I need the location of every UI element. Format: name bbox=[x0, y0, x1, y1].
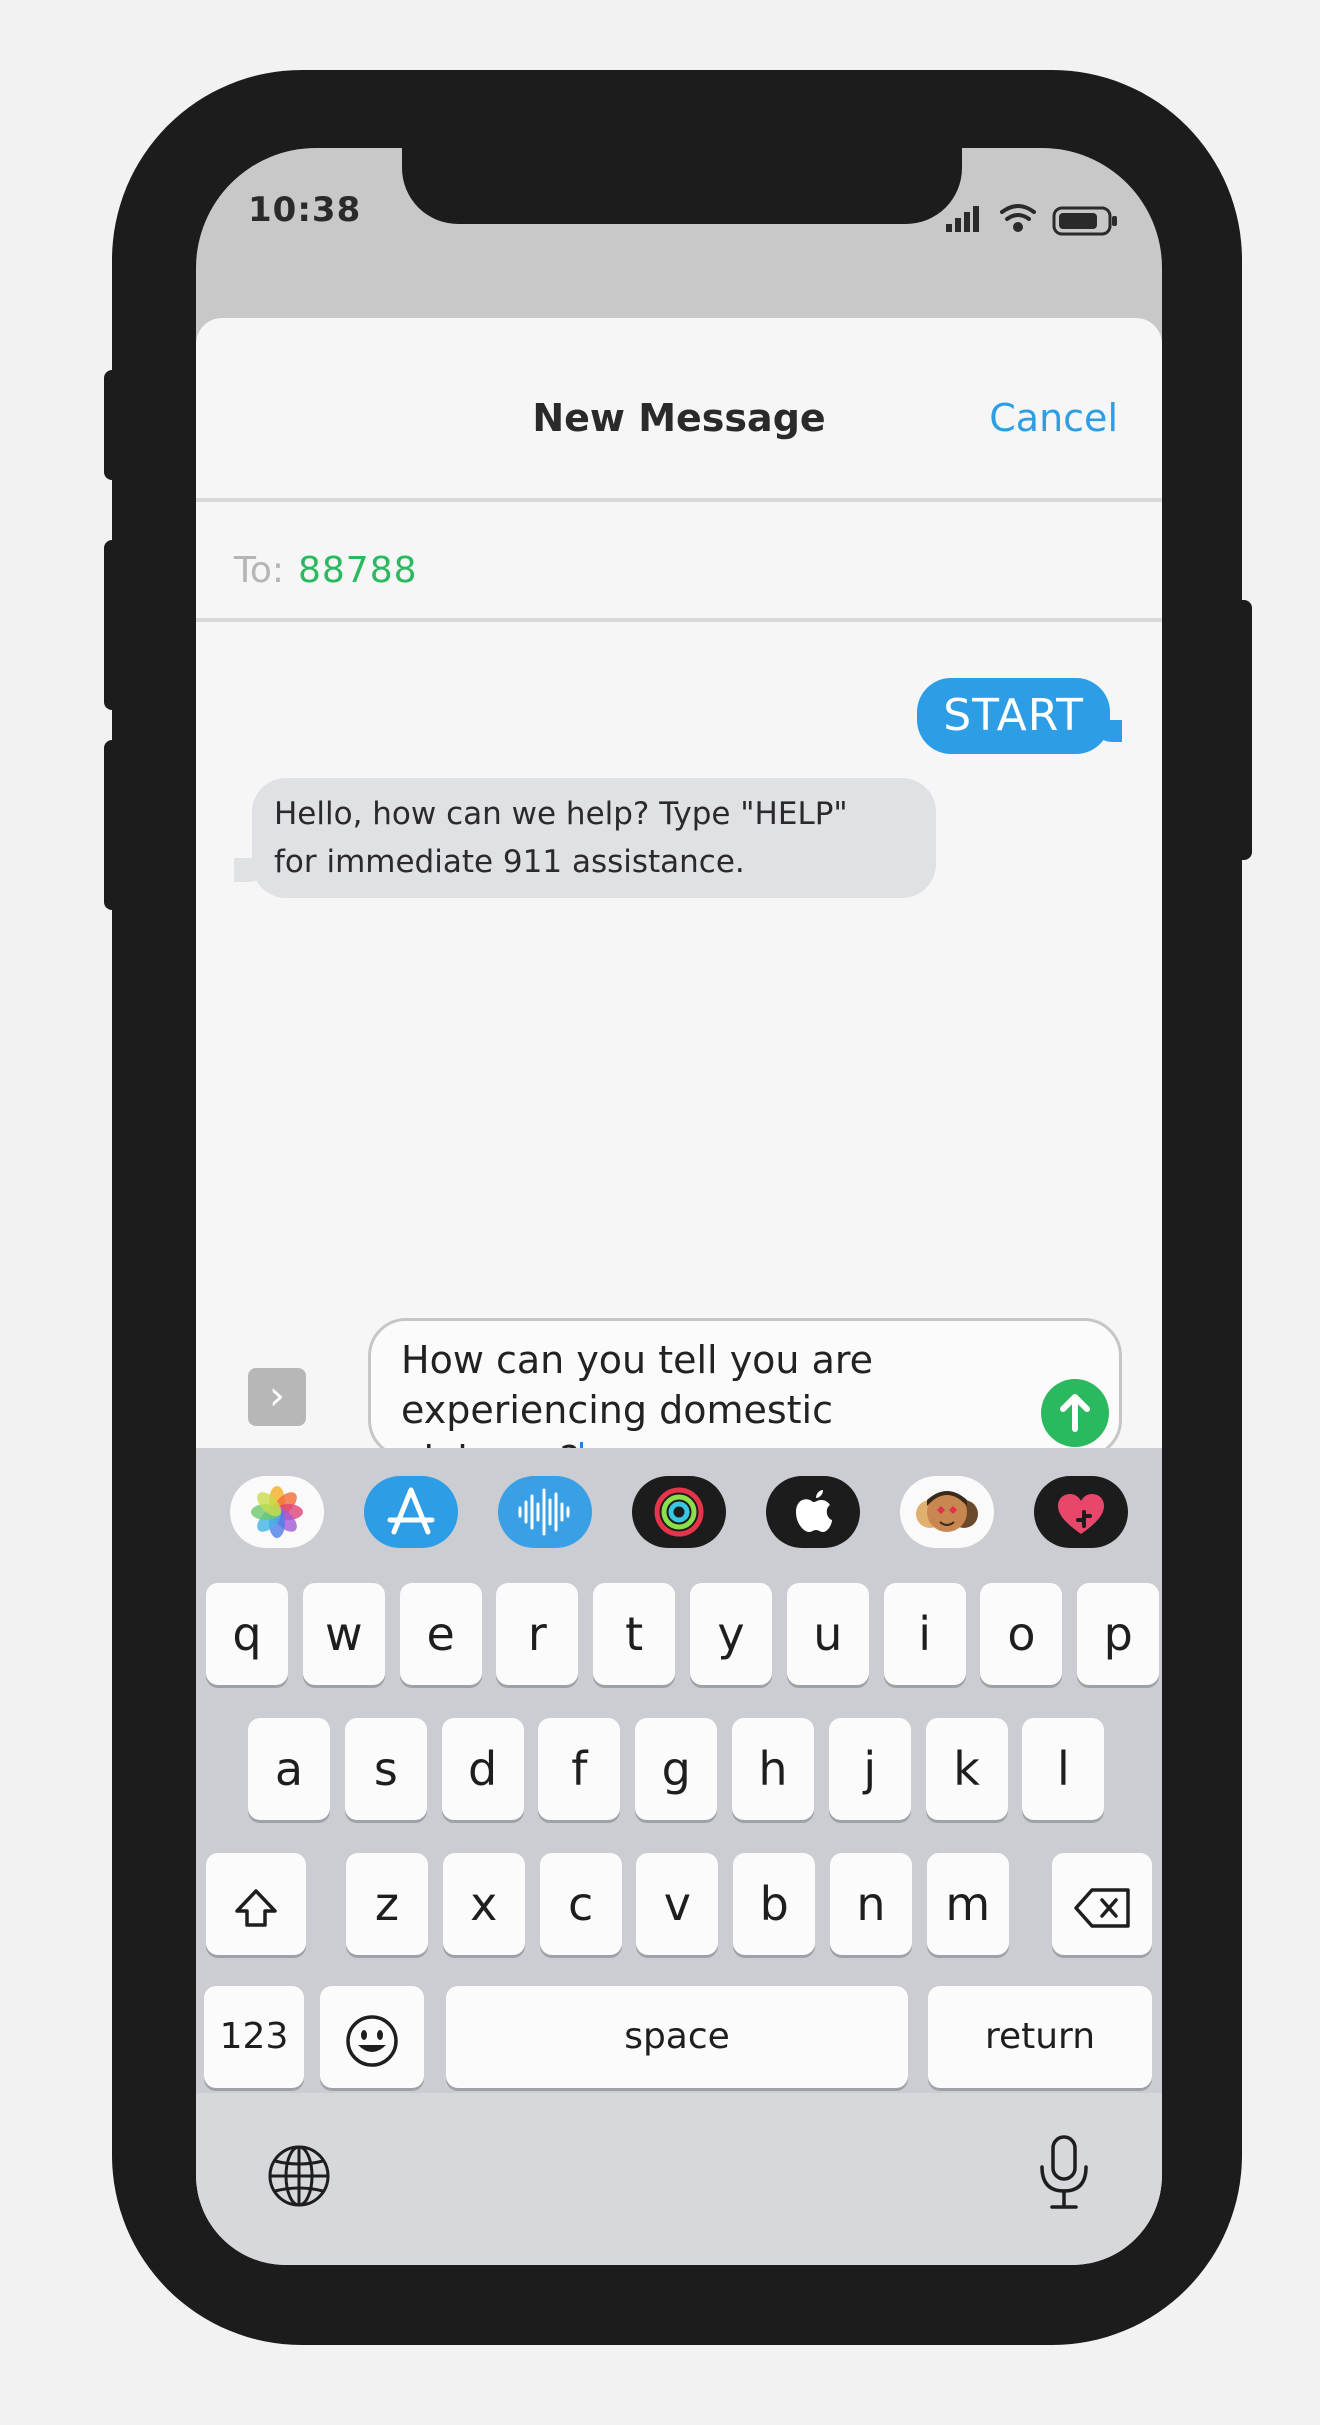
key-s[interactable]: s bbox=[344, 1718, 427, 1820]
shift-icon bbox=[235, 1888, 277, 1927]
key-g[interactable]: g bbox=[635, 1718, 718, 1820]
return-key[interactable]: return bbox=[928, 1986, 1152, 2088]
key-j[interactable]: j bbox=[828, 1718, 911, 1820]
send-button[interactable] bbox=[1041, 1379, 1109, 1447]
keyboard-bottom-bar bbox=[196, 2093, 1162, 2265]
key-t[interactable]: t bbox=[593, 1583, 676, 1685]
numbers-key[interactable]: 123 bbox=[204, 1986, 304, 2088]
shift-key[interactable] bbox=[206, 1853, 306, 1955]
key-k[interactable]: k bbox=[925, 1718, 1008, 1820]
globe-icon[interactable] bbox=[266, 2143, 332, 2209]
expand-apps-button[interactable]: › bbox=[248, 1368, 306, 1426]
audio-message-icon[interactable] bbox=[498, 1476, 592, 1548]
status-time: 10:38 bbox=[248, 190, 362, 230]
space-key[interactable]: space bbox=[446, 1986, 908, 2088]
key-r[interactable]: r bbox=[496, 1583, 579, 1685]
key-q[interactable]: q bbox=[206, 1583, 288, 1685]
key-x[interactable]: x bbox=[442, 1853, 525, 1955]
key-a[interactable]: a bbox=[248, 1718, 330, 1820]
key-l[interactable]: l bbox=[1022, 1718, 1105, 1820]
new-message-sheet: New Message Cancel To: 88788 START Hello… bbox=[196, 318, 1162, 1618]
digital-touch-icon[interactable] bbox=[1034, 1476, 1128, 1548]
memoji-stickers-icon[interactable] bbox=[900, 1476, 994, 1548]
status-icons bbox=[946, 204, 1117, 236]
key-n[interactable]: n bbox=[830, 1853, 912, 1955]
app-drawer bbox=[196, 1476, 1162, 1552]
stage: 10:38 New Message Cancel To: 88788 START… bbox=[0, 0, 1320, 2425]
activity-icon[interactable] bbox=[632, 1476, 726, 1548]
received-message-line-2: for immediate 911 assistance. bbox=[274, 844, 745, 880]
keyboard: 123 space return q w e r t y u i o p a s… bbox=[196, 1448, 1162, 2265]
wifi-icon bbox=[1000, 204, 1036, 232]
emoji-icon bbox=[346, 2014, 398, 2067]
message-input[interactable]: How can you tell you are experiencing do… bbox=[368, 1318, 1122, 1484]
key-c[interactable]: c bbox=[539, 1853, 622, 1955]
sent-message-bubble: START bbox=[917, 678, 1110, 754]
key-o[interactable]: o bbox=[980, 1583, 1063, 1685]
apple-pay-icon[interactable] bbox=[766, 1476, 860, 1548]
app-store-icon[interactable] bbox=[364, 1476, 458, 1548]
key-i[interactable]: i bbox=[883, 1583, 966, 1685]
key-v[interactable]: v bbox=[636, 1853, 719, 1955]
recipient-field[interactable]: 88788 bbox=[298, 550, 418, 591]
microphone-icon[interactable] bbox=[1036, 2133, 1092, 2213]
key-d[interactable]: d bbox=[441, 1718, 524, 1820]
notch bbox=[402, 148, 962, 224]
received-message-bubble: Hello, how can we help? Type "HELP" for … bbox=[252, 778, 936, 898]
key-z[interactable]: z bbox=[346, 1853, 428, 1955]
key-f[interactable]: f bbox=[538, 1718, 621, 1820]
key-w[interactable]: w bbox=[302, 1583, 385, 1685]
signal-icon bbox=[946, 206, 979, 232]
key-p[interactable]: p bbox=[1077, 1583, 1160, 1685]
message-input-line-1: How can you tell you are bbox=[401, 1338, 874, 1382]
key-b[interactable]: b bbox=[733, 1853, 816, 1955]
arrow-up-icon bbox=[1060, 1394, 1090, 1432]
key-h[interactable]: h bbox=[732, 1718, 814, 1820]
key-u[interactable]: u bbox=[786, 1583, 869, 1685]
phone-screen: 10:38 New Message Cancel To: 88788 START… bbox=[196, 148, 1162, 2265]
delete-key[interactable] bbox=[1052, 1853, 1152, 1955]
recipient-divider bbox=[196, 618, 1162, 622]
battery-icon bbox=[1052, 206, 1117, 236]
header-divider bbox=[196, 498, 1162, 502]
key-m[interactable]: m bbox=[926, 1853, 1009, 1955]
received-message-line-1: Hello, how can we help? Type "HELP" bbox=[274, 796, 848, 832]
emoji-key[interactable] bbox=[320, 1986, 424, 2088]
photos-icon[interactable] bbox=[230, 1476, 324, 1548]
chevron-right-icon: › bbox=[269, 1373, 285, 1419]
delete-icon bbox=[1074, 1887, 1130, 1928]
to-label: To: bbox=[234, 550, 285, 591]
key-e[interactable]: e bbox=[399, 1583, 482, 1685]
key-y[interactable]: y bbox=[690, 1583, 772, 1685]
cancel-button[interactable]: Cancel bbox=[989, 396, 1118, 440]
